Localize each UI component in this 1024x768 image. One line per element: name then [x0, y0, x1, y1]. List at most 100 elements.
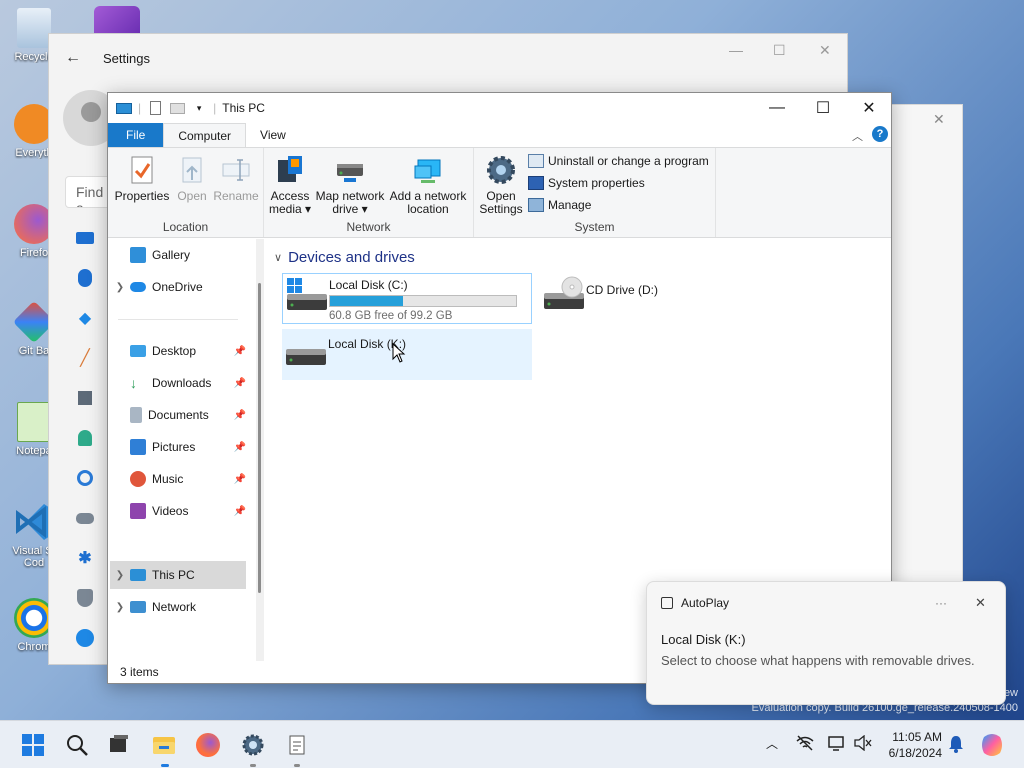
chevron-right-icon[interactable]: ❯ — [110, 570, 130, 581]
nav-item-gallery[interactable]: Gallery — [110, 241, 246, 269]
nav-separator — [118, 319, 238, 320]
uninstall-program-button[interactable]: Uninstall or change a program — [528, 154, 709, 168]
scrollbar-thumb[interactable] — [258, 283, 261, 593]
ribbon-group-system: Open Settings Uninstall or change a prog… — [474, 148, 716, 237]
toast-app-name: AutoPlay — [681, 596, 730, 610]
recycle-bin-icon — [17, 8, 51, 48]
volume-muted-icon[interactable] — [854, 734, 872, 754]
tab-file[interactable]: File — [108, 123, 164, 147]
nav-item-network[interactable]: ❯ Network — [110, 593, 246, 621]
pin-icon[interactable]: 📌 — [234, 506, 246, 517]
minimize-icon[interactable]: — — [729, 42, 743, 58]
nav-item-videos[interactable]: Videos 📌 — [110, 497, 246, 525]
nav-item-desktop[interactable]: Desktop 📌 — [110, 337, 246, 365]
group-header-devices[interactable]: ∨ Devices and drives — [274, 249, 415, 266]
nav-item-this-pc[interactable]: ❯ This PC — [110, 561, 246, 589]
search-icon[interactable] — [65, 733, 89, 757]
accounts-nav-icon[interactable] — [73, 426, 97, 450]
map-network-drive-label: Map network — [315, 189, 385, 203]
notification-bell-icon[interactable] — [948, 735, 964, 756]
drive-item-d[interactable]: CD Drive (D:) — [540, 273, 790, 324]
close-button[interactable]: ✕ — [846, 93, 892, 123]
maximize-icon[interactable]: ☐ — [773, 42, 786, 59]
copilot-icon[interactable] — [980, 733, 1004, 760]
manage-button[interactable]: Manage — [528, 198, 591, 212]
system-properties-button[interactable]: System properties — [528, 176, 645, 190]
tab-computer[interactable]: Computer — [163, 123, 247, 147]
new-folder-quick-icon[interactable] — [169, 100, 185, 116]
minimize-button[interactable]: — — [754, 93, 800, 123]
time-language-nav-icon[interactable] — [73, 466, 97, 490]
close-icon[interactable]: ✕ — [933, 111, 945, 128]
pin-icon[interactable]: 📌 — [234, 378, 246, 389]
minimize-ribbon-icon[interactable]: ︿ — [852, 128, 863, 144]
bluetooth-nav-icon[interactable] — [73, 266, 97, 290]
accessibility-nav-icon[interactable]: ✱ — [73, 546, 97, 570]
nav-item-pictures[interactable]: Pictures 📌 — [110, 433, 246, 461]
settings-taskbar-icon[interactable] — [241, 733, 265, 757]
group-label-location: Location — [162, 220, 209, 234]
nav-item-downloads[interactable]: ↓ Downloads 📌 — [110, 369, 246, 397]
close-icon[interactable]: ✕ — [975, 595, 986, 611]
add-network-location-button[interactable]: Add a network location — [388, 154, 468, 216]
firefox-taskbar-icon[interactable] — [196, 733, 220, 757]
chevron-right-icon[interactable]: ❯ — [110, 602, 130, 613]
network-nav-icon[interactable]: ◆ — [73, 306, 97, 330]
properties-button[interactable]: Properties — [114, 154, 170, 203]
open-icon — [176, 154, 208, 186]
navigation-pane[interactable]: Gallery ❯ OneDrive Desktop 📌 ↓ Downloads… — [108, 239, 264, 661]
windows-update-nav-icon[interactable] — [73, 626, 97, 650]
system-properties-label: System properties — [548, 176, 645, 190]
personalization-nav-icon[interactable]: ╱ — [73, 346, 97, 370]
add-network-location-icon — [412, 154, 444, 186]
nav-scrollbar[interactable] — [256, 239, 264, 661]
more-options-icon[interactable]: ··· — [935, 596, 947, 610]
pin-icon[interactable]: 📌 — [234, 410, 246, 421]
gaming-nav-icon[interactable] — [73, 506, 97, 530]
customize-dropdown-icon[interactable]: ▾ — [191, 100, 207, 116]
nav-item-documents[interactable]: Documents 📌 — [110, 401, 246, 429]
maximize-button[interactable]: ☐ — [800, 93, 846, 123]
display-icon[interactable] — [828, 735, 846, 754]
access-media-button[interactable]: Access media ▾ — [268, 154, 312, 216]
rename-button[interactable]: Rename — [212, 154, 260, 203]
file-explorer-taskbar-icon[interactable] — [152, 733, 176, 757]
ribbon-group-location: Properties Open Rename Location — [108, 148, 264, 237]
nav-item-music[interactable]: Music 📌 — [110, 465, 246, 493]
pin-icon[interactable]: 📌 — [234, 442, 246, 453]
drive-usage-bar — [329, 295, 517, 307]
chevron-up-icon[interactable]: ︿ — [766, 735, 778, 752]
network-disconnected-icon[interactable] — [796, 735, 814, 754]
ribbon-group-network: Access media ▾ Map network drive ▾ Add a… — [264, 148, 474, 237]
close-icon[interactable]: ✕ — [819, 42, 831, 59]
back-arrow-icon[interactable]: ← — [65, 49, 81, 67]
apps-nav-icon[interactable] — [73, 386, 97, 410]
properties-quick-icon[interactable] — [147, 100, 163, 116]
privacy-nav-icon[interactable] — [73, 586, 97, 610]
task-view-icon[interactable] — [107, 733, 131, 757]
tab-view[interactable]: View — [246, 123, 300, 147]
pin-icon[interactable]: 📌 — [234, 474, 246, 485]
notepad-taskbar-icon[interactable] — [285, 733, 309, 757]
start-windows-icon[interactable] — [21, 733, 45, 757]
help-icon[interactable]: ? — [872, 126, 888, 142]
chevron-right-icon[interactable]: ❯ — [110, 282, 130, 293]
settings-search-input[interactable]: Find a — [65, 176, 111, 208]
open-settings-label-2: Settings — [479, 202, 523, 216]
drive-name: CD Drive (D:) — [586, 283, 658, 297]
system-nav-icon[interactable] — [73, 226, 97, 250]
system-properties-icon — [528, 176, 544, 190]
system-clock[interactable]: 11:05 AM 6/18/2024 — [889, 729, 942, 761]
open-settings-button[interactable]: Open Settings — [476, 154, 526, 216]
chevron-down-icon[interactable]: ∨ — [274, 251, 282, 264]
pin-icon[interactable]: 📌 — [234, 346, 246, 357]
autoplay-notification[interactable]: AutoPlay ··· ✕ Local Disk (K:) Select to… — [646, 581, 1006, 705]
drive-item-c[interactable]: Local Disk (C:) 60.8 GB free of 99.2 GB — [282, 273, 532, 324]
videos-icon — [130, 503, 146, 519]
nav-item-onedrive[interactable]: ❯ OneDrive — [110, 273, 246, 301]
open-button[interactable]: Open — [174, 154, 210, 203]
add-network-location-label-2: location — [407, 202, 449, 216]
map-network-drive-button[interactable]: Map network drive ▾ — [314, 154, 386, 216]
drive-item-k[interactable]: Local Disk (K:) — [282, 329, 532, 380]
visual-studio-icon[interactable] — [94, 6, 140, 34]
